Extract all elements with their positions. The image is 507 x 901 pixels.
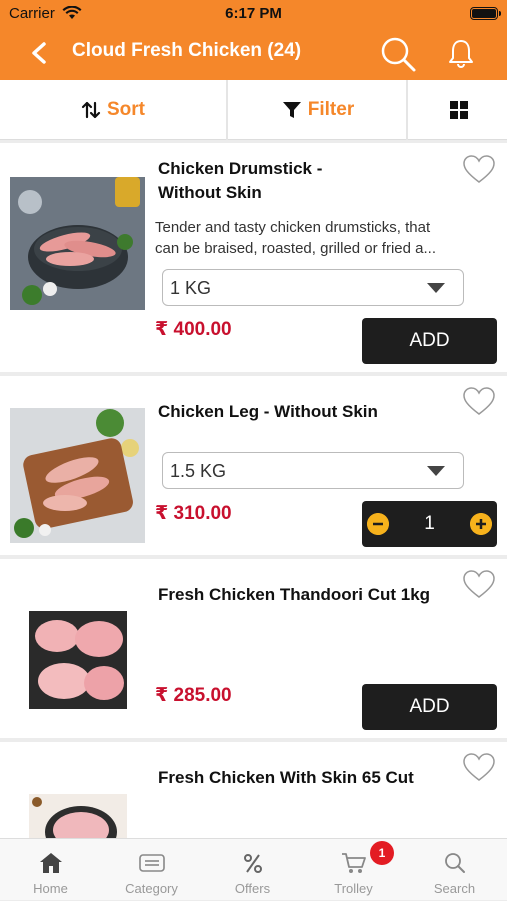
home-icon	[40, 853, 62, 873]
filter-label: Filter	[307, 99, 355, 120]
category-icon	[139, 854, 165, 872]
tab-label: Search	[433, 881, 476, 896]
sort-label: Sort	[107, 99, 145, 120]
plus-icon[interactable]	[470, 513, 492, 535]
product-card[interactable]: Chicken Drumstick - Without Skin Tender …	[0, 143, 507, 372]
heart-icon[interactable]	[462, 154, 496, 186]
tab-category[interactable]: Category	[101, 839, 202, 901]
sort-button[interactable]: Sort	[0, 80, 228, 140]
search-icon	[445, 853, 465, 873]
search-icon[interactable]	[378, 34, 418, 74]
heart-icon[interactable]	[462, 752, 496, 784]
tab-label: Offers	[234, 881, 271, 896]
tab-offers[interactable]: Offers	[202, 839, 303, 901]
heart-icon[interactable]	[462, 386, 496, 418]
product-image	[10, 177, 145, 310]
tab-search[interactable]: Search	[404, 839, 505, 901]
chevron-down-icon	[427, 283, 445, 293]
product-price: ₹ 400.00	[155, 319, 232, 340]
bottom-tab-bar: Home Category Offers Trolley Search	[0, 838, 507, 900]
clock: 6:17 PM	[225, 5, 282, 22]
product-name[interactable]: Chicken Drumstick - Without Skin	[158, 157, 322, 205]
product-name[interactable]: Chicken Leg - Without Skin	[158, 400, 378, 424]
tab-label: Trolley	[334, 881, 373, 896]
grid-view-button[interactable]	[410, 80, 507, 140]
tab-label: Category	[125, 881, 178, 896]
chevron-down-icon	[427, 466, 445, 476]
product-image	[10, 408, 145, 543]
filter-icon	[282, 102, 301, 118]
product-card[interactable]: Fresh Chicken Thandoori Cut 1kg ₹ 285.00…	[0, 559, 507, 738]
grid-icon	[449, 101, 468, 119]
cart-count-badge: 1	[370, 841, 394, 865]
sort-filter-toolbar: Sort Filter	[0, 80, 507, 140]
product-name[interactable]: Fresh Chicken With Skin 65 Cut	[158, 766, 414, 790]
weight-dropdown[interactable]: 1.5 KG	[162, 452, 464, 489]
product-image	[29, 611, 127, 709]
status-bar: Carrier 6:17 PM	[0, 0, 507, 28]
weight-dropdown[interactable]: 1 KG	[162, 269, 464, 306]
product-price: ₹ 310.00	[155, 503, 232, 524]
filter-button[interactable]: Filter	[230, 80, 408, 140]
add-button[interactable]: ADD	[362, 684, 497, 730]
bell-icon[interactable]	[446, 37, 476, 69]
tab-label: Home	[33, 881, 68, 896]
product-image	[29, 794, 127, 838]
percent-icon	[244, 854, 262, 873]
add-button[interactable]: ADD	[362, 318, 497, 364]
product-card[interactable]: Fresh Chicken With Skin 65 Cut	[0, 742, 507, 838]
product-price: ₹ 285.00	[155, 685, 232, 706]
sort-icon	[81, 101, 101, 119]
weight-value: 1.5 KG	[170, 461, 227, 481]
back-arrow-icon[interactable]	[26, 38, 54, 68]
heart-icon[interactable]	[462, 569, 496, 601]
page-title: Cloud Fresh Chicken (24)	[72, 40, 302, 61]
tab-home[interactable]: Home	[0, 839, 101, 901]
cart-icon	[342, 853, 366, 873]
quantity-stepper[interactable]: 1	[362, 501, 497, 547]
product-card[interactable]: Chicken Leg - Without Skin 1.5 KG ₹ 310.…	[0, 376, 507, 555]
weight-value: 1 KG	[170, 278, 212, 298]
product-description: Tender and tasty chicken drumsticks, tha…	[155, 219, 436, 257]
product-name[interactable]: Fresh Chicken Thandoori Cut 1kg	[158, 583, 430, 607]
battery-icon	[470, 7, 501, 20]
header: Cloud Fresh Chicken (24)	[0, 28, 507, 80]
